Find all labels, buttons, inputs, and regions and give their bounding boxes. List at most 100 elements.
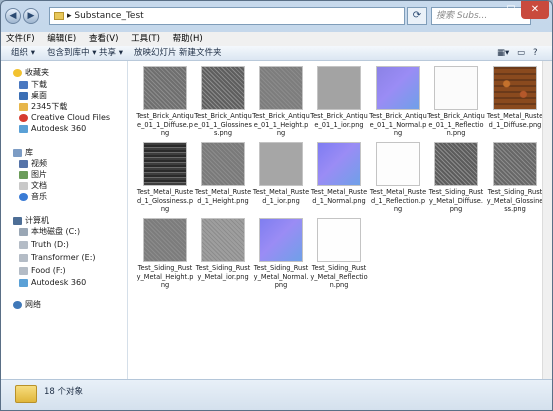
file-name: Test_Brick_Antique_01_1_Reflection.png (427, 112, 485, 138)
menu-file[interactable]: 文件(F) (1, 32, 40, 46)
image-thumbnail (143, 142, 187, 186)
file-item[interactable]: Test_Siding_Rusty_Metal_Glossiness.png (486, 142, 544, 214)
sidebar-label: 下载 (31, 80, 47, 89)
image-thumbnail (376, 142, 420, 186)
file-item[interactable]: Test_Metal_Rusted_1_Glossiness.png (136, 142, 194, 214)
music-icon (19, 192, 28, 201)
minimize-button[interactable]: – (481, 1, 501, 19)
share-button[interactable]: 共享 ▾ (99, 46, 123, 60)
file-name: Test_Brick_Antique_01_1_Glossiness.png (194, 112, 252, 138)
help-icon[interactable]: ? (533, 46, 538, 60)
sidebar-item-network[interactable]: 网络 (13, 299, 41, 310)
slideshow-button[interactable]: 放映幻灯片 (134, 46, 177, 60)
menu-help[interactable]: 帮助(H) (168, 32, 208, 46)
folder-icon (19, 102, 28, 111)
close-button[interactable]: ✕ (521, 1, 549, 19)
back-button[interactable]: ◀ (5, 8, 21, 24)
forward-button[interactable]: ▶ (23, 8, 39, 24)
file-name: Test_Siding_Rusty_Metal_Diffuse.png (428, 188, 484, 214)
include-in-library-button[interactable]: 包含到库中 ▾ (47, 46, 96, 60)
folder-icon (54, 11, 64, 20)
file-name: Test_Siding_Rusty_Metal_Reflection.png (310, 264, 368, 290)
sidebar-item-downloads[interactable]: 下载 (19, 79, 47, 90)
command-bar: 组织 ▾ 包含到库中 ▾ 共享 ▾ 放映幻灯片 新建文件夹 ▦▾ ▭ ? (1, 46, 552, 61)
sidebar-item-disk-c[interactable]: 本地磁盘 (C:) (19, 226, 80, 237)
sidebar-label: Food (F:) (31, 266, 66, 275)
file-item[interactable]: Test_Brick_Antique_01_1_Diffuse.png (136, 66, 194, 138)
file-item[interactable]: Test_Siding_Rusty_Metal_Reflection.png (310, 218, 368, 290)
file-item[interactable]: Test_Metal_Rusted_1_Diffuse.png (486, 66, 544, 129)
explorer-window: ◀ ▶ ▸ Substance_Test ⟳ 搜索 Subs... ⌕ – □ … (0, 0, 553, 411)
sidebar-item-documents[interactable]: 文档 (19, 180, 47, 191)
sidebar-label: 桌面 (31, 91, 47, 100)
address-bar[interactable]: ▸ Substance_Test (49, 7, 405, 25)
maximize-button[interactable]: □ (501, 1, 521, 19)
file-item[interactable]: Test_Siding_Rusty_Metal_Normal.png (252, 218, 310, 290)
sidebar-label: 库 (25, 148, 33, 157)
sidebar-item-libraries[interactable]: 库 (13, 147, 33, 158)
organize-button[interactable]: 组织 ▾ (11, 46, 35, 60)
new-folder-button[interactable]: 新建文件夹 (179, 46, 222, 60)
image-thumbnail (317, 66, 361, 110)
file-name: Test_Metal_Rusted_1_Normal.png (310, 188, 368, 205)
file-name: Test_Brick_Antique_01_1_Height.png (252, 112, 310, 138)
image-thumbnail (259, 218, 303, 262)
address-crumb[interactable]: Substance_Test (74, 11, 143, 21)
file-item[interactable]: Test_Brick_Antique_01_1_ior.png (310, 66, 368, 129)
image-thumbnail (317, 142, 361, 186)
search-placeholder: 搜索 Subs... (436, 11, 488, 21)
drive-icon (19, 253, 28, 262)
file-item[interactable]: Test_Brick_Antique_01_1_Reflection.png (427, 66, 485, 138)
document-icon (19, 181, 28, 190)
sidebar-label: 收藏夹 (25, 68, 49, 77)
view-options-icon[interactable]: ▦▾ (497, 46, 509, 60)
sidebar-item-autodesk[interactable]: Autodesk 360 (19, 123, 86, 134)
file-item[interactable]: Test_Brick_Antique_01_1_Height.png (252, 66, 310, 138)
sidebar-item-favorites[interactable]: 收藏夹 (13, 67, 49, 78)
refresh-button[interactable]: ⟳ (407, 7, 427, 25)
image-thumbnail (201, 218, 245, 262)
file-list: Test_Brick_Antique_01_1_Diffuse.png Test_… (128, 61, 544, 379)
file-item[interactable]: Test_Metal_Rusted_1_Reflection.png (369, 142, 427, 214)
file-item[interactable]: Test_Brick_Antique_01_1_Glossiness.png (194, 66, 252, 138)
menu-view[interactable]: 查看(V) (84, 32, 123, 46)
vertical-scrollbar[interactable] (542, 61, 552, 379)
sidebar-label: Truth (D:) (31, 240, 69, 249)
sidebar-item-desktop[interactable]: 桌面 (19, 90, 47, 101)
image-thumbnail (259, 142, 303, 186)
image-thumbnail (259, 66, 303, 110)
file-item[interactable]: Test_Siding_Rusty_Metal_Diffuse.png (427, 142, 485, 214)
file-name: Test_Metal_Rusted_1_ior.png (252, 188, 310, 205)
sidebar-item-disk-f[interactable]: Food (F:) (19, 265, 66, 276)
sidebar-item-creative-cloud[interactable]: Creative Cloud Files (19, 112, 110, 123)
sidebar-label: 音乐 (31, 192, 47, 201)
menu-tools[interactable]: 工具(T) (126, 32, 165, 46)
menu-edit[interactable]: 编辑(E) (42, 32, 81, 46)
preview-pane-icon[interactable]: ▭ (517, 46, 525, 60)
sidebar-label: Creative Cloud Files (31, 113, 111, 122)
sidebar-item-pictures[interactable]: 图片 (19, 169, 47, 180)
file-item[interactable]: Test_Siding_Rusty_Metal_Height.png (136, 218, 194, 290)
sidebar-item-autodesk-2[interactable]: Autodesk 360 (19, 277, 86, 288)
sidebar-item-computer[interactable]: 计算机 (13, 215, 49, 226)
sidebar-item-videos[interactable]: 视频 (19, 158, 47, 169)
sidebar-item-disk-e[interactable]: Transformer (E:) (19, 252, 96, 263)
file-item[interactable]: Test_Brick_Antique_01_1_Normal.png (369, 66, 427, 138)
file-item[interactable]: Test_Siding_Rusty_Metal_ior.png (194, 218, 252, 281)
sidebar-label: 文档 (31, 181, 47, 190)
picture-icon (19, 170, 28, 179)
file-item[interactable]: Test_Metal_Rusted_1_Height.png (194, 142, 252, 205)
sidebar-label: Autodesk 360 (31, 278, 87, 287)
drive-icon (19, 240, 28, 249)
file-item[interactable]: Test_Metal_Rusted_1_ior.png (252, 142, 310, 205)
sidebar-item-disk-d[interactable]: Truth (D:) (19, 239, 69, 250)
file-name: Test_Siding_Rusty_Metal_ior.png (195, 264, 251, 281)
sidebar-item-2345download[interactable]: 2345下载 (19, 101, 67, 112)
library-icon (13, 148, 22, 157)
sidebar-item-music[interactable]: 音乐 (19, 191, 47, 202)
file-name: Test_Metal_Rusted_1_Height.png (194, 188, 252, 205)
image-thumbnail (493, 142, 537, 186)
image-thumbnail (143, 66, 187, 110)
file-item[interactable]: Test_Metal_Rusted_1_Normal.png (310, 142, 368, 205)
image-thumbnail (493, 66, 537, 110)
